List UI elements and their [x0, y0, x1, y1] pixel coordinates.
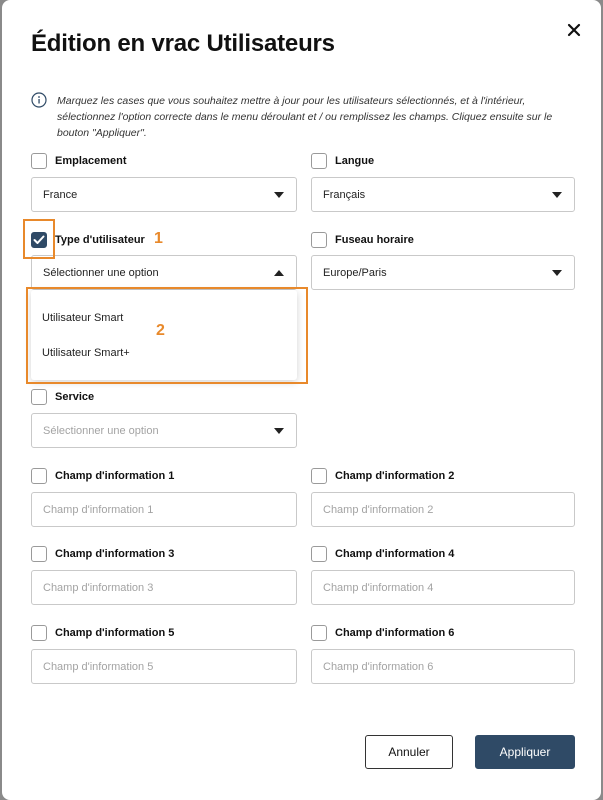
emplacement-checkbox[interactable] — [31, 153, 47, 169]
info5-placeholder: Champ d'information 5 — [43, 660, 154, 673]
apply-button[interactable]: Appliquer — [475, 735, 575, 769]
info4-input[interactable]: Champ d'information 4 — [311, 570, 575, 605]
annotation-number-1: 1 — [154, 230, 163, 247]
info5-input[interactable]: Champ d'information 5 — [31, 649, 297, 684]
fuseau-label: Fuseau horaire — [335, 234, 414, 246]
dropdown-option-smart-plus[interactable]: Utilisateur Smart+ — [42, 347, 130, 359]
modal-title: Édition en vrac Utilisateurs — [31, 30, 335, 57]
info5-label: Champ d'information 5 — [55, 627, 175, 639]
service-checkbox-row[interactable]: Service — [31, 388, 94, 406]
info1-checkbox-row[interactable]: Champ d'information 1 — [31, 467, 174, 485]
info3-input[interactable]: Champ d'information 3 — [31, 570, 297, 605]
info1-label: Champ d'information 1 — [55, 470, 175, 482]
info-icon — [31, 92, 47, 108]
fuseau-checkbox-row[interactable]: Fuseau horaire — [311, 231, 414, 249]
fuseau-value: Europe/Paris — [323, 266, 387, 279]
langue-value: Français — [323, 188, 366, 201]
type-utilisateur-checkbox[interactable] — [31, 232, 47, 248]
info3-checkbox[interactable] — [31, 546, 47, 562]
langue-label: Langue — [335, 155, 375, 167]
type-utilisateur-value: Sélectionner une option — [43, 266, 159, 279]
langue-checkbox[interactable] — [311, 153, 327, 169]
info2-checkbox-row[interactable]: Champ d'information 2 — [311, 467, 454, 485]
type-utilisateur-label: Type d'utilisateur — [55, 234, 145, 246]
info2-label: Champ d'information 2 — [335, 470, 455, 482]
service-label: Service — [55, 391, 95, 403]
dropdown-option-smart[interactable]: Utilisateur Smart — [42, 312, 123, 324]
info6-checkbox[interactable] — [311, 625, 327, 641]
info-text: Marquez les cases que vous souhaitez met… — [57, 95, 553, 139]
bulk-edit-modal: Édition en vrac Utilisateurs Marquez les… — [2, 0, 601, 800]
info4-checkbox-row[interactable]: Champ d'information 4 — [311, 545, 454, 563]
type-utilisateur-select[interactable]: Sélectionner une option — [31, 255, 297, 290]
fuseau-select[interactable]: Europe/Paris — [311, 255, 575, 290]
info5-checkbox-row[interactable]: Champ d'information 5 — [31, 624, 174, 642]
info6-input[interactable]: Champ d'information 6 — [311, 649, 575, 684]
info4-checkbox[interactable] — [311, 546, 327, 562]
info4-label: Champ d'information 4 — [335, 548, 455, 560]
service-select[interactable]: Sélectionner une option — [31, 413, 297, 448]
cancel-button[interactable]: Annuler — [365, 735, 453, 769]
info3-placeholder: Champ d'information 3 — [43, 581, 154, 594]
info5-checkbox[interactable] — [31, 625, 47, 641]
info1-placeholder: Champ d'information 1 — [43, 503, 154, 516]
emplacement-checkbox-row[interactable]: Emplacement — [31, 152, 127, 170]
check-icon — [33, 235, 45, 244]
langue-select[interactable]: Français — [311, 177, 575, 212]
info6-checkbox-row[interactable]: Champ d'information 6 — [311, 624, 454, 642]
info4-placeholder: Champ d'information 4 — [323, 581, 434, 594]
info6-label: Champ d'information 6 — [335, 627, 455, 639]
close-icon[interactable] — [562, 18, 586, 42]
chevron-down-icon — [552, 192, 562, 198]
annotation-number-2: 2 — [156, 322, 165, 339]
info3-label: Champ d'information 3 — [55, 548, 175, 560]
chevron-down-icon — [552, 270, 562, 276]
langue-checkbox-row[interactable]: Langue — [311, 152, 374, 170]
chevron-down-icon — [274, 428, 284, 434]
info1-checkbox[interactable] — [31, 468, 47, 484]
info2-input[interactable]: Champ d'information 2 — [311, 492, 575, 527]
info3-checkbox-row[interactable]: Champ d'information 3 — [31, 545, 174, 563]
info6-placeholder: Champ d'information 6 — [323, 660, 434, 673]
info2-placeholder: Champ d'information 2 — [323, 503, 434, 516]
service-checkbox[interactable] — [31, 389, 47, 405]
emplacement-value: France — [43, 188, 78, 201]
type-utilisateur-checkbox-row[interactable]: Type d'utilisateur — [31, 231, 145, 249]
emplacement-label: Emplacement — [55, 155, 127, 167]
chevron-down-icon — [274, 192, 284, 198]
fuseau-checkbox[interactable] — [311, 232, 327, 248]
info1-input[interactable]: Champ d'information 1 — [31, 492, 297, 527]
service-placeholder: Sélectionner une option — [43, 424, 159, 437]
chevron-up-icon — [274, 270, 284, 276]
emplacement-select[interactable]: France — [31, 177, 297, 212]
info2-checkbox[interactable] — [311, 468, 327, 484]
